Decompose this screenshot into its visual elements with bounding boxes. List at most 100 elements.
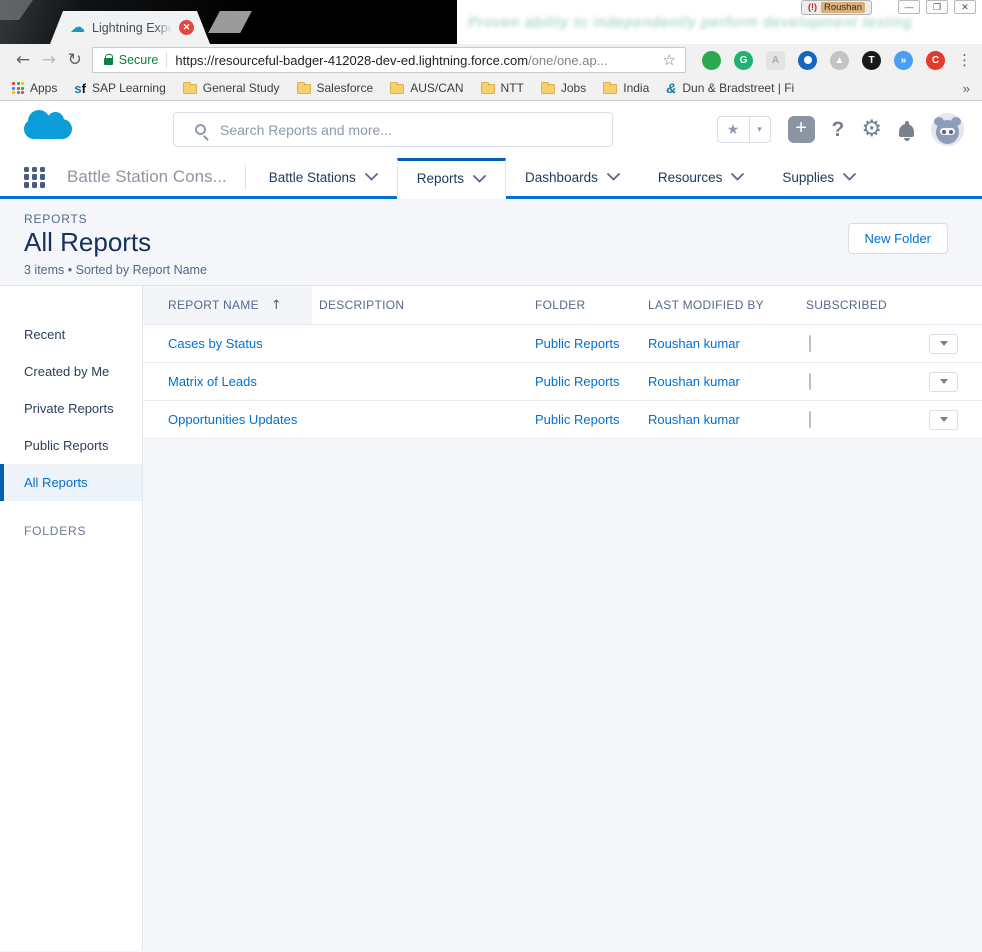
chevron-down-icon[interactable] <box>843 173 857 181</box>
last-modified-by-link[interactable]: Roushan kumar <box>648 412 740 427</box>
favorites-caret-icon[interactable]: ▾ <box>748 117 770 142</box>
global-actions-plus-icon[interactable]: + <box>787 116 815 143</box>
chevron-down-icon[interactable] <box>606 173 620 181</box>
notifications-bell-icon[interactable] <box>899 121 914 141</box>
chevron-down-icon[interactable] <box>364 173 378 181</box>
tab-battle-stations[interactable]: Battle Stations <box>250 158 397 196</box>
row-actions-button[interactable] <box>929 409 958 430</box>
bookmarks-bar: Apps sf SAP Learning General Study Sales… <box>0 76 982 101</box>
grammarly-icon[interactable]: G <box>734 50 753 70</box>
search-icon <box>195 124 206 135</box>
back-icon[interactable]: ← <box>10 50 36 70</box>
column-subscribed[interactable]: SUBSCRIBED <box>798 298 920 312</box>
secure-lock-icon <box>103 53 114 65</box>
close-button[interactable]: ✕ <box>954 0 976 14</box>
browser-profile-button[interactable]: (!) Roushan <box>800 0 872 15</box>
salesforce-logo-icon <box>24 110 72 139</box>
extension-icons: G A ▲ T » C <box>702 50 945 70</box>
subscribed-checkbox[interactable] <box>809 411 811 428</box>
folder-link[interactable]: Public Reports <box>535 412 620 427</box>
row-actions-button[interactable] <box>929 371 958 392</box>
bookmark-sap-learning[interactable]: sf SAP Learning <box>74 81 165 96</box>
profile-badge-icon: (!) <box>807 2 817 12</box>
forward-icon[interactable]: → <box>36 50 62 70</box>
bookmark-salesforce[interactable]: Salesforce <box>296 81 373 95</box>
birds-icon[interactable]: » <box>894 50 913 70</box>
folders-section-label: FOLDERS <box>24 524 87 538</box>
folder-icon <box>182 81 197 94</box>
bookmark-label: Apps <box>30 81 58 95</box>
folder-link[interactable]: Public Reports <box>535 374 620 389</box>
search-input[interactable] <box>220 121 612 138</box>
sidebar-item-recent[interactable]: Recent <box>0 316 142 353</box>
bookmark-dun-bradstreet[interactable]: & Dun & Bradstreet | Fi <box>666 80 794 96</box>
report-link[interactable]: Matrix of Leads <box>168 374 257 389</box>
salesforce-global-header: ★ ▾ + ? ⚙ <box>0 101 982 158</box>
tab-dashboards[interactable]: Dashboards <box>506 158 639 196</box>
address-bar[interactable]: Secure https://resourceful-badger-412028… <box>91 47 686 73</box>
main-content: REPORTS All Reports 3 items • Sorted by … <box>0 199 982 952</box>
bookmark-india[interactable]: India <box>603 81 649 95</box>
tab-label: Reports <box>416 171 465 186</box>
page-summary: 3 items • Sorted by Report Name <box>24 263 207 277</box>
setup-gear-icon[interactable]: ⚙ <box>861 118 882 141</box>
bookmark-jobs[interactable]: Jobs <box>540 81 586 95</box>
sidebar-item-created-by-me[interactable]: Created by Me <box>0 353 142 390</box>
keep-icon[interactable] <box>702 50 721 70</box>
column-description[interactable]: DESCRIPTION <box>312 298 535 312</box>
sidebar-item-public-reports[interactable]: Public Reports <box>0 427 142 464</box>
tab-close-icon[interactable]: ✕ <box>179 20 194 35</box>
subscribed-checkbox[interactable] <box>809 373 811 390</box>
favorites-star-icon[interactable]: ★ <box>718 117 749 142</box>
table-row: Opportunities Updates Public Reports Rou… <box>143 401 982 439</box>
folder-link[interactable]: Public Reports <box>535 336 620 351</box>
t-icon[interactable]: T <box>862 50 881 70</box>
red-c-icon[interactable]: C <box>926 50 945 70</box>
bookmark-label: SAP Learning <box>91 81 166 95</box>
sidebar-item-all-reports[interactable]: All Reports <box>0 464 142 501</box>
nav-divider <box>244 164 246 190</box>
bookmark-star-icon[interactable]: ☆ <box>663 51 676 69</box>
browser-menu-icon[interactable]: ⋮ <box>957 51 972 69</box>
bookmark-general-study[interactable]: General Study <box>182 81 280 95</box>
browser-tab[interactable]: ☁ Lightning Experience | Sa ✕ <box>50 11 210 44</box>
subscribed-checkbox[interactable] <box>809 335 811 352</box>
report-link[interactable]: Opportunities Updates <box>168 412 297 427</box>
page-header: REPORTS All Reports 3 items • Sorted by … <box>0 199 982 285</box>
global-search-box[interactable] <box>173 112 613 147</box>
tab-reports[interactable]: Reports <box>396 158 507 196</box>
new-folder-button[interactable]: New Folder <box>847 223 948 254</box>
maximize-button[interactable]: ❐ <box>926 0 948 14</box>
sidebar-item-private-reports[interactable]: Private Reports <box>0 390 142 427</box>
column-folder[interactable]: FOLDER <box>535 298 640 312</box>
apps-grid-icon <box>12 82 24 94</box>
page-body: Recent Created by Me Private Reports Pub… <box>0 285 982 951</box>
column-label: REPORT NAME <box>168 298 259 312</box>
onetab-eye-icon[interactable] <box>798 50 817 70</box>
bookmark-ntt[interactable]: NTT <box>480 81 524 95</box>
dropdown-triangle-icon <box>939 341 948 346</box>
user-avatar[interactable] <box>931 113 964 146</box>
minimize-button[interactable]: — <box>898 0 920 14</box>
help-icon[interactable]: ? <box>832 118 845 142</box>
column-last-modified-by[interactable]: LAST MODIFIED BY <box>640 298 798 312</box>
bookmark-aus-can[interactable]: AUS/CAN <box>390 81 464 95</box>
bookmarks-overflow-icon[interactable]: » <box>963 81 970 96</box>
tab-resources[interactable]: Resources <box>639 158 764 196</box>
tab-supplies[interactable]: Supplies <box>763 158 875 196</box>
last-modified-by-link[interactable]: Roushan kumar <box>648 336 740 351</box>
report-link[interactable]: Cases by Status <box>168 336 263 351</box>
chevron-down-icon[interactable] <box>731 173 745 181</box>
reload-icon[interactable]: ↻ <box>62 50 88 70</box>
salesforce-cloud-favicon-icon: ☁ <box>70 18 85 36</box>
sort-asc-icon[interactable]: ↑ <box>271 298 282 313</box>
profile-name: Roushan <box>820 2 865 13</box>
chevron-down-icon[interactable] <box>473 174 486 183</box>
app-launcher-icon[interactable] <box>24 166 45 188</box>
row-actions-button[interactable] <box>929 333 958 354</box>
pdf-icon[interactable]: A <box>766 50 785 70</box>
last-modified-by-link[interactable]: Roushan kumar <box>648 374 740 389</box>
bookmark-apps[interactable]: Apps <box>12 81 57 95</box>
column-report-name[interactable]: REPORT NAME ↑ <box>143 286 312 324</box>
drive-icon[interactable]: ▲ <box>830 50 849 70</box>
